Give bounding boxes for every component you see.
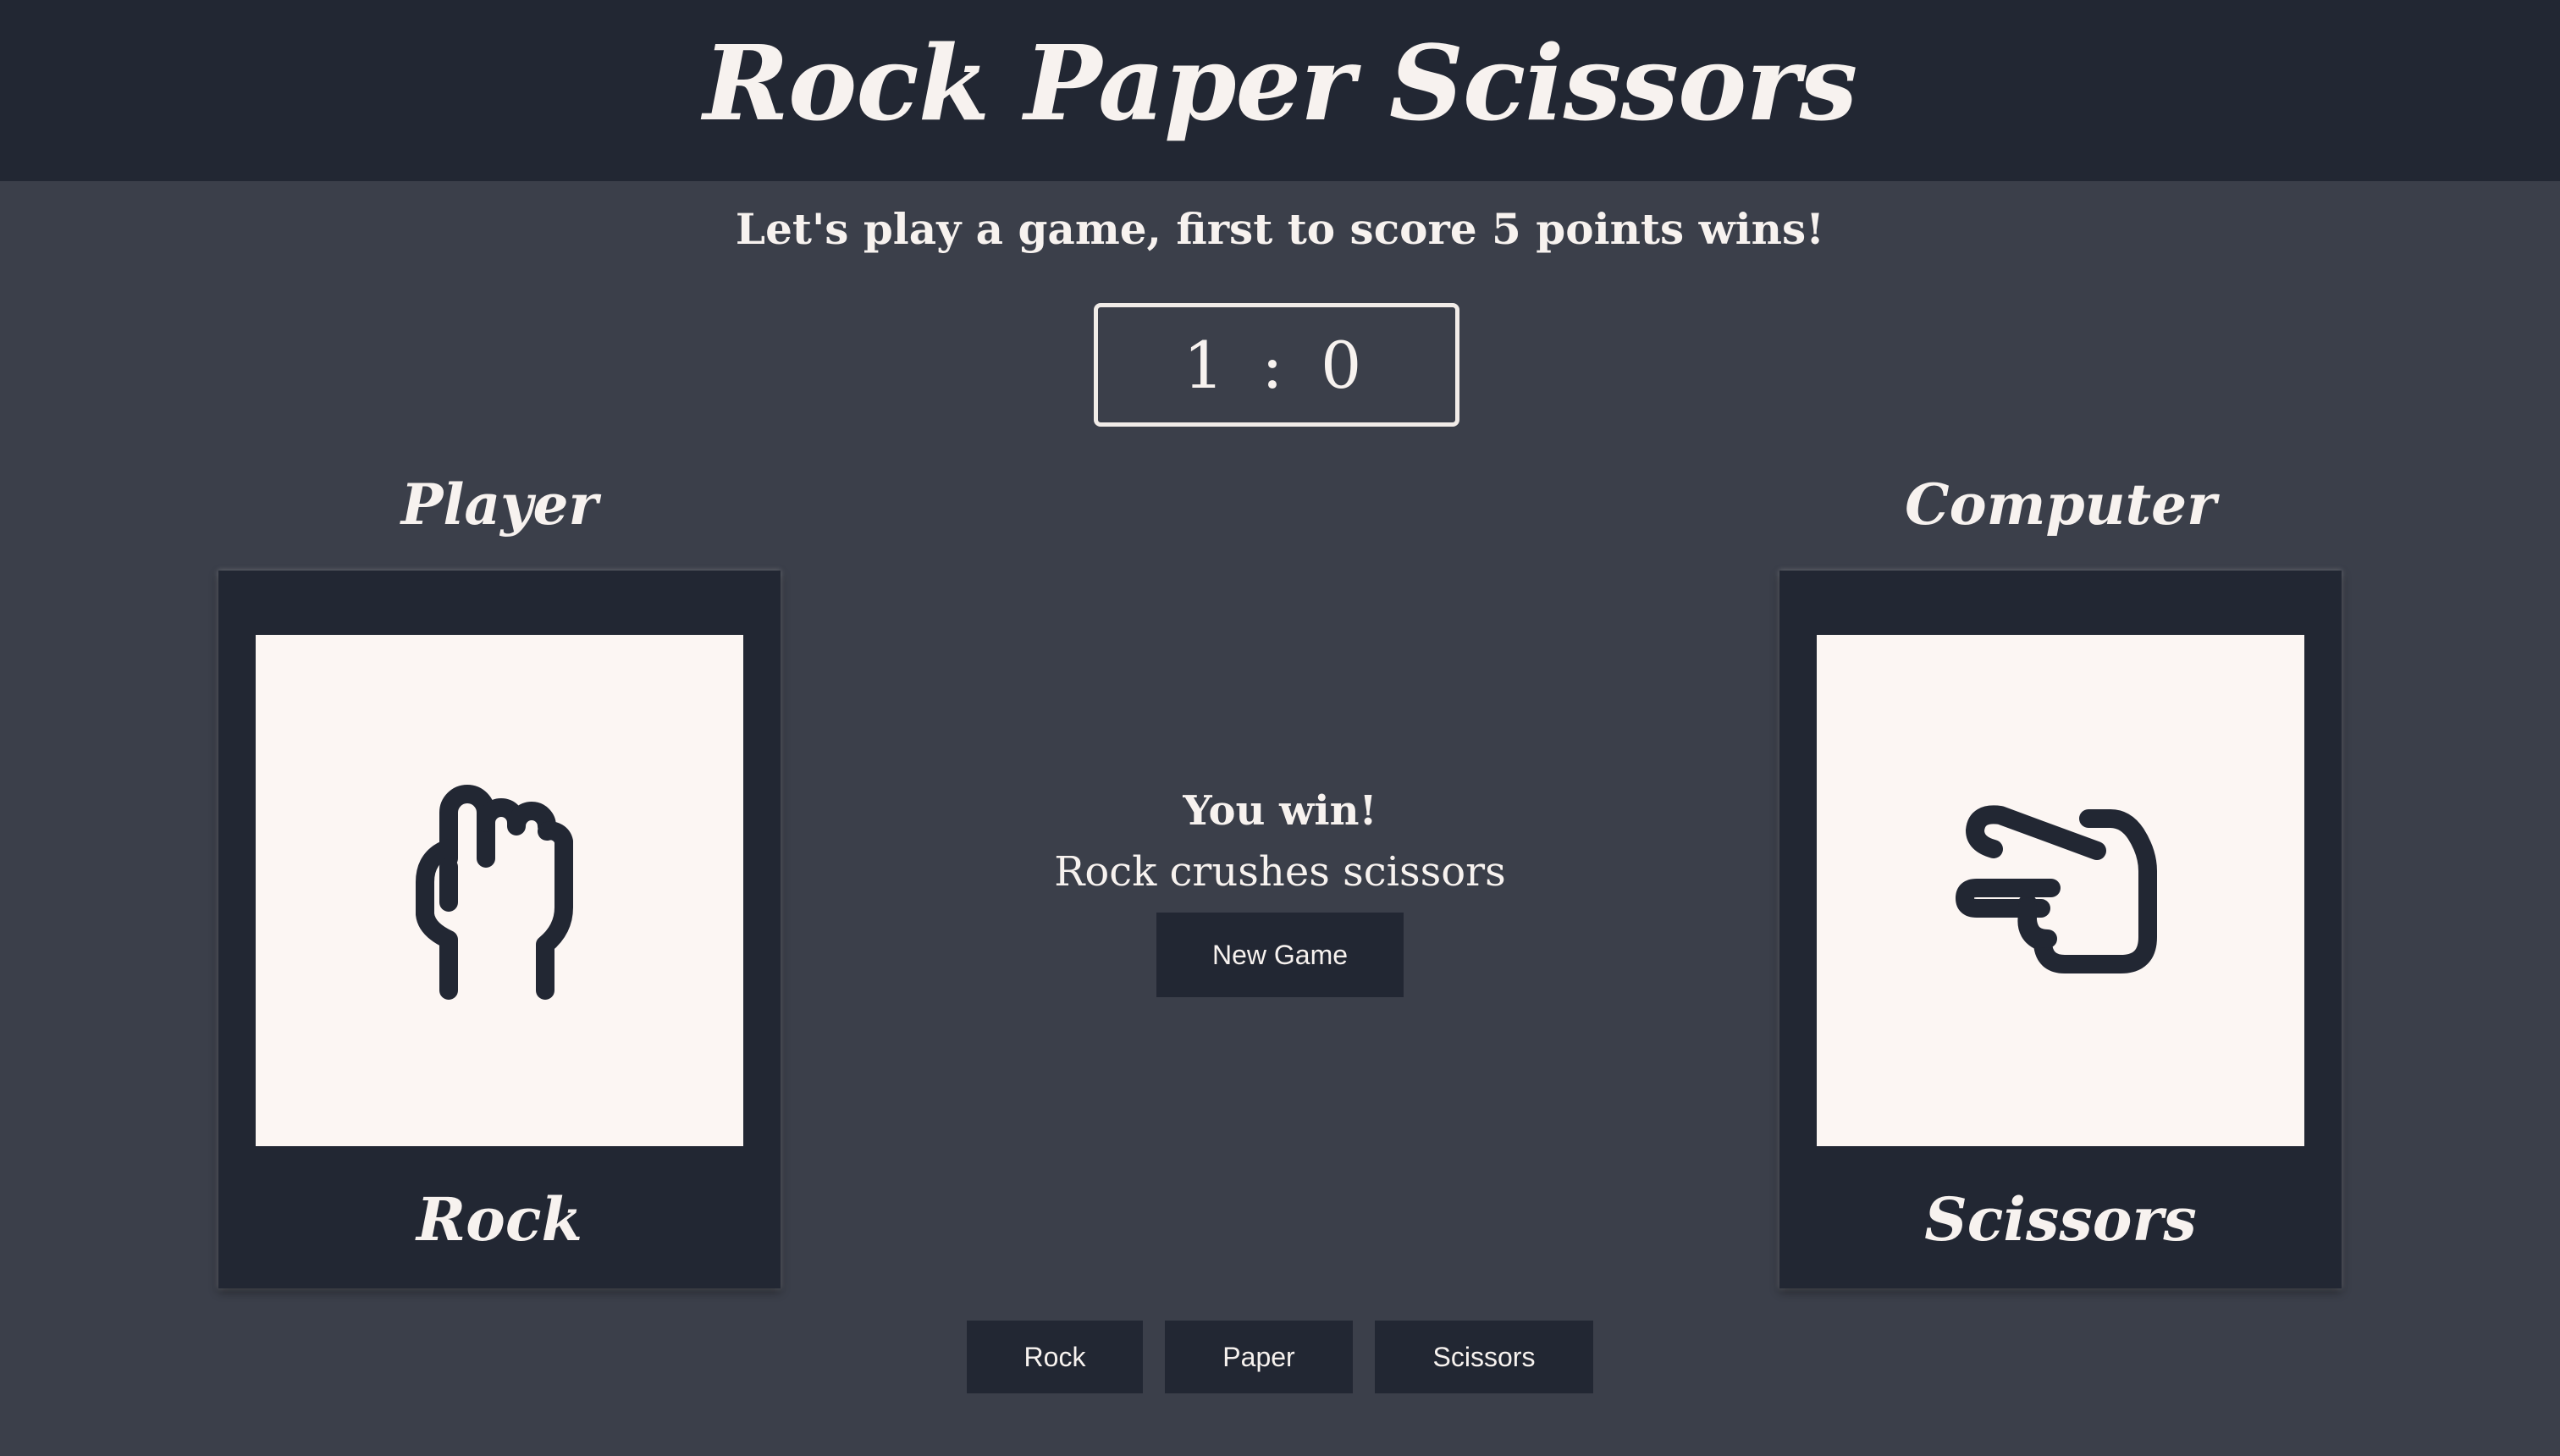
computer-label: Computer (1905, 472, 2216, 538)
paper-button[interactable]: Paper (1165, 1321, 1353, 1393)
player-choice-image (256, 635, 743, 1146)
score-display: 1 : 0 (1094, 303, 1459, 427)
computer-choice-label: Scissors (1924, 1184, 2197, 1255)
round-result: You win! Rock crushes scissors (899, 780, 1661, 902)
fist-icon (416, 785, 573, 1000)
player-label: Player (400, 472, 599, 538)
player-choice-label: Rock (417, 1184, 582, 1255)
result-headline: You win! (1183, 787, 1377, 835)
scissors-button[interactable]: Scissors (1375, 1321, 1593, 1393)
result-detail: Rock crushes scissors (1054, 848, 1506, 896)
intro-text: Let's play a game, first to score 5 poin… (735, 204, 1825, 254)
header-bar: Rock Paper Scissors (0, 0, 2560, 181)
computer-choice-image (1817, 635, 2304, 1146)
player-card: Rock (218, 571, 781, 1288)
computer-card: Scissors (1779, 571, 2342, 1288)
rock-button[interactable]: Rock (967, 1321, 1143, 1393)
page-title: Rock Paper Scissors (703, 22, 1858, 144)
new-game-button[interactable]: New Game (1156, 913, 1404, 997)
scissors-hand-icon (1956, 805, 2157, 973)
